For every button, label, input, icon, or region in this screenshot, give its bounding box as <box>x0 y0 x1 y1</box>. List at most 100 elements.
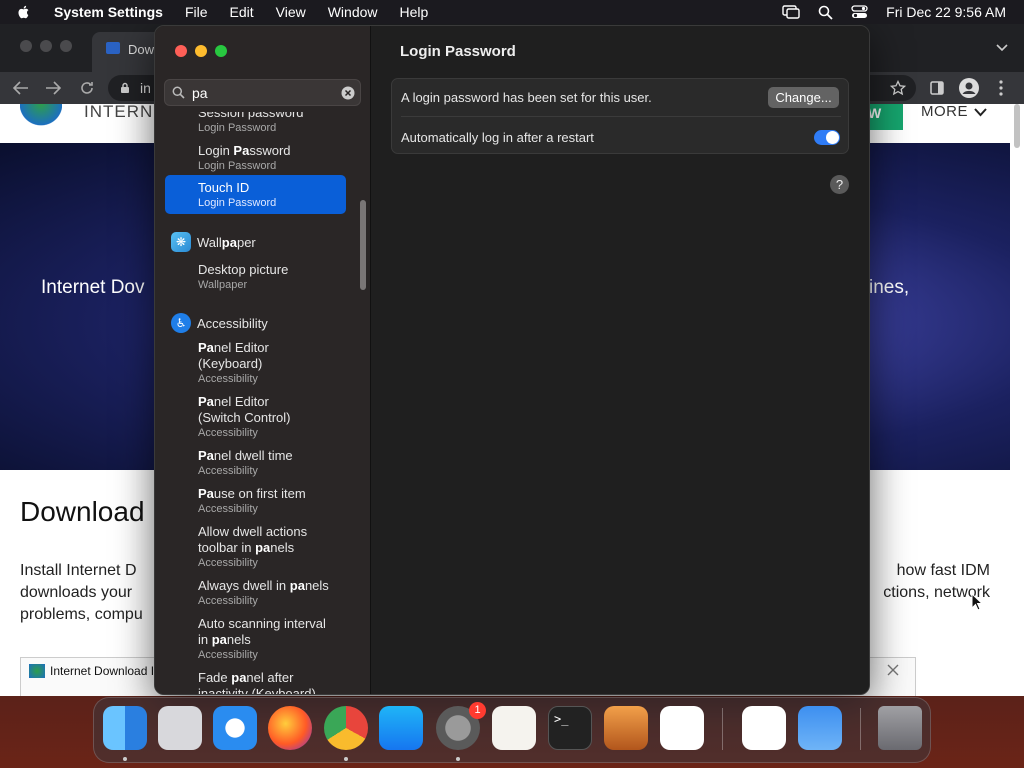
section-wallpaper[interactable]: ❋ Wallpaper <box>171 232 256 252</box>
title-part: nel Editor <box>213 394 269 409</box>
menu-help[interactable]: Help <box>400 4 429 20</box>
title-part: use on first item <box>213 486 306 501</box>
apple-menu-icon[interactable] <box>16 4 32 20</box>
title-part: inactivity (Keyboard) <box>198 686 316 695</box>
browser-tab[interactable]: Dow <box>92 32 162 72</box>
list-item-accessibility[interactable]: Fade panel after inactivity (Keyboard) <box>165 670 346 695</box>
profile-avatar-icon[interactable] <box>959 78 979 98</box>
list-item-accessibility[interactable]: Panel Editor (Switch Control) Accessibilit… <box>165 394 346 440</box>
match-highlight: pa <box>289 578 305 593</box>
list-item-accessibility[interactable]: Allow dwell actions toolbar in panels Acce… <box>165 524 346 570</box>
item-subtitle: Login Password <box>198 122 277 134</box>
browser-menu-icon[interactable] <box>999 80 1003 96</box>
notification-badge: 1 <box>469 702 486 719</box>
title-part: nel Editor <box>213 340 269 355</box>
dock-trash-icon[interactable] <box>878 706 922 750</box>
page-title: Login Password <box>400 43 516 60</box>
change-password-button[interactable]: Change... <box>768 87 839 108</box>
more-chevron-icon[interactable] <box>974 108 987 117</box>
dock-running-indicator <box>344 757 348 761</box>
help-button[interactable]: ? <box>830 175 849 194</box>
dock-app-store-icon[interactable] <box>379 706 423 750</box>
dock-textedit-icon[interactable] <box>492 706 536 750</box>
item-subtitle: Accessibility <box>198 373 258 385</box>
auto-login-label: Automatically log in after a restart <box>401 130 594 145</box>
list-item[interactable]: Session password Login Password <box>165 112 346 135</box>
section-accessibility[interactable]: ♿ Accessibility <box>171 313 268 333</box>
list-item-touch-id-selected[interactable]: Touch ID Login Password <box>165 175 346 214</box>
search-icon <box>172 86 185 99</box>
list-item-accessibility[interactable]: Panel dwell time Accessibility <box>165 448 346 478</box>
back-arrow-icon[interactable] <box>13 81 29 95</box>
dock-firefox-icon[interactable] <box>268 706 312 750</box>
sidebar-scrollbar-thumb[interactable] <box>360 200 366 290</box>
hero-text-left: Internet Dov <box>41 277 145 298</box>
screen-mirroring-icon[interactable] <box>782 5 800 19</box>
dock-launchpad-icon[interactable] <box>158 706 202 750</box>
match-highlight: Pa <box>198 340 214 355</box>
title-part: nel dwell time <box>213 448 293 463</box>
address-bar-end[interactable] <box>870 75 916 101</box>
search-input[interactable]: pa <box>192 85 208 101</box>
list-item-accessibility[interactable]: Pause on first item Accessibility <box>165 486 346 516</box>
item-subtitle: Accessibility <box>198 427 258 439</box>
zoom-window-button[interactable] <box>215 45 227 57</box>
dock-finder-icon[interactable] <box>103 706 147 750</box>
list-item-accessibility[interactable]: Auto scanning interval in panels Accessibi… <box>165 616 346 662</box>
password-status-text: A login password has been set for this u… <box>401 90 652 105</box>
bookmark-star-icon[interactable] <box>890 80 906 96</box>
title-part: Wall <box>197 234 222 250</box>
close-window-button[interactable] <box>175 45 187 57</box>
match-highlight: Pa <box>198 486 214 501</box>
title-part: toolbar in <box>198 540 256 555</box>
clear-search-icon[interactable] <box>341 86 355 100</box>
tab-search-chevron-icon[interactable] <box>996 44 1008 52</box>
browser-close-dot[interactable] <box>20 40 32 52</box>
dock-vs-code-icon[interactable] <box>660 706 704 750</box>
browser-minimize-dot[interactable] <box>40 40 52 52</box>
title-part: per <box>236 234 256 250</box>
match-highlight: Pa <box>233 143 250 158</box>
dock-chrome-icon[interactable] <box>324 706 368 750</box>
browser-zoom-dot[interactable] <box>60 40 72 52</box>
list-item-accessibility[interactable]: Always dwell in panels Accessibility <box>165 578 346 608</box>
dock-safari-icon[interactable] <box>213 706 257 750</box>
forward-arrow-icon[interactable] <box>45 81 61 95</box>
title-part: Fade <box>198 670 232 685</box>
nav-more[interactable]: MORE <box>921 103 968 120</box>
side-panel-icon[interactable] <box>930 81 944 95</box>
address-text: in <box>140 80 151 96</box>
settings-search-field[interactable]: pa <box>164 79 361 106</box>
dock-visual-studio-icon[interactable] <box>742 706 786 750</box>
title-part: ssword <box>249 143 291 158</box>
spotlight-search-icon[interactable] <box>818 5 833 20</box>
menu-file[interactable]: File <box>185 4 208 20</box>
menubar-clock[interactable]: Fri Dec 22 9:56 AM <box>886 4 1006 20</box>
lock-icon <box>121 82 129 93</box>
list-item-desktop-picture[interactable]: Desktop picture Wallpaper <box>165 262 346 292</box>
auto-login-toggle[interactable] <box>814 130 840 145</box>
dock-weather-icon[interactable] <box>798 706 842 750</box>
page-heading: Download <box>20 496 145 527</box>
menu-edit[interactable]: Edit <box>230 4 254 20</box>
list-item-login-password[interactable]: Login Password Login Password <box>165 143 346 173</box>
dock-garageband-icon[interactable] <box>604 706 648 750</box>
list-item-accessibility[interactable]: Panel Editor (Keyboard) Accessibility <box>165 340 346 386</box>
search-results-list: Session password Login Password Login Pa… <box>155 112 355 695</box>
embedded-close-icon[interactable] <box>887 664 899 676</box>
item-subtitle: Accessibility <box>198 465 258 477</box>
minimize-window-button[interactable] <box>195 45 207 57</box>
menu-window[interactable]: Window <box>328 4 378 20</box>
address-bar[interactable]: in <box>108 75 158 101</box>
item-title: Desktop picture <box>198 262 289 277</box>
title-part: nels <box>226 632 251 647</box>
app-name[interactable]: System Settings <box>54 4 163 20</box>
mouse-pointer-icon <box>971 593 983 611</box>
reload-icon[interactable] <box>79 80 95 96</box>
idm-favicon-icon <box>106 42 120 54</box>
item-title-line: Allow dwell actions <box>198 524 346 540</box>
idm-logo-icon[interactable] <box>20 104 62 132</box>
menu-view[interactable]: View <box>276 4 306 20</box>
browser-scrollbar-thumb[interactable] <box>1014 104 1020 148</box>
control-center-icon[interactable] <box>851 5 868 19</box>
